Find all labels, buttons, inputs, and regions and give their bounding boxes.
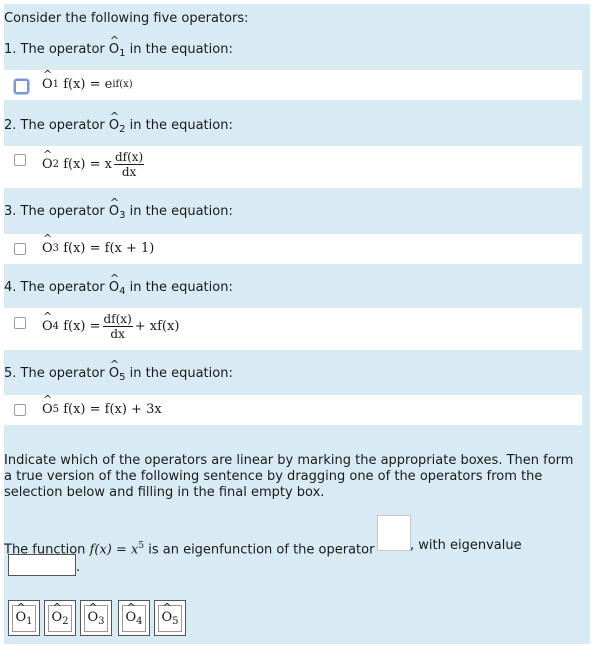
eigenvalue-label: , with eigenvalue [410,538,522,553]
equation-4: O4 f(x) = df(x)dx + xf(x) [42,310,179,341]
option-row-2[interactable]: O2 f(x) = x df(x)dx [4,146,582,188]
checkbox-5[interactable] [14,404,26,416]
question-3-label: 3. The operator O3 in the equation: [4,195,233,224]
sentence-period: . [76,560,81,575]
option-row-3[interactable]: O3 f(x) = f(x + 1) [4,232,582,264]
option-row-5[interactable]: O5 f(x) = f(x) + 3x [4,393,582,425]
equation-5: O5 f(x) = f(x) + 3x [42,393,162,417]
checkbox-3[interactable] [14,243,26,255]
operator-tile-2[interactable]: O2 [44,600,76,636]
eigenvalue-input[interactable] [8,554,76,576]
intro-text: Consider the following five operators: [4,11,249,26]
fraction-4: df(x) dx [102,312,133,341]
equation-2: O2 f(x) = x df(x)dx [42,148,146,179]
option-row-4[interactable]: O4 f(x) = df(x)dx + xf(x) [4,308,582,350]
operator-tile-3[interactable]: O3 [80,600,112,636]
question-2-label: 2. The operator O2 in the equation: [4,109,233,138]
operator-drop-box[interactable] [377,515,411,551]
instructions-text: Indicate which of the operators are line… [4,453,574,500]
option-row-1[interactable]: O1 f(x) = eif(x) [4,68,582,100]
question-1-label: 1. The operator O1 in the equation: [4,33,233,62]
question-5-label: 5. The operator O5 in the equation: [4,357,233,386]
equation-3: O3 f(x) = f(x + 1) [42,232,154,256]
equation-1: O1 f(x) = eif(x) [42,68,133,92]
checkbox-2[interactable] [14,154,26,166]
operator-symbol: O [109,33,119,58]
checkbox-4[interactable] [14,317,26,329]
operator-tile-4[interactable]: O4 [118,600,150,636]
fraction-2: df(x) dx [113,150,145,179]
checkbox-1[interactable] [14,79,29,94]
question-4-label: 4. The operator O4 in the equation: [4,271,233,300]
operator-tile-5[interactable]: O5 [154,600,186,636]
operator-tile-1[interactable]: O1 [8,600,40,636]
